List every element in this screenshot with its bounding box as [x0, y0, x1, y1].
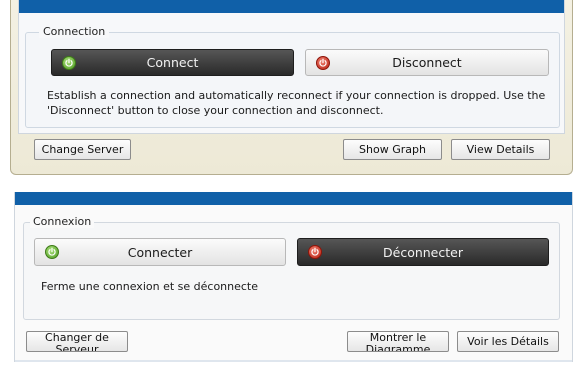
connect-label: Connecter [127, 244, 193, 260]
show-graph-label: Montrer le Diagramme [365, 332, 431, 352]
disconnect-label: Déconnecter [383, 244, 463, 260]
change-server-button[interactable]: Change Server [34, 139, 131, 160]
description-line-1: Establish a connection and automatically… [47, 89, 546, 102]
connect-label: Connect [146, 55, 199, 70]
show-graph-line-2: Diagramme [365, 343, 431, 352]
disconnect-label: Disconnect [392, 55, 462, 70]
connection-description: Establish a connection and automatically… [47, 88, 557, 118]
change-server-line-2: Serveur [55, 343, 99, 352]
description-line-2: 'Disconnect' button to close your connec… [47, 104, 384, 117]
dialog-content-area: Connection Connect Disconnect Establish … [18, 0, 565, 134]
group-label: Connexion [30, 215, 95, 228]
change-server-label: Change Server [41, 142, 124, 156]
group-label: Connection [39, 25, 110, 38]
disconnect-button[interactable]: Déconnecter [297, 238, 549, 266]
power-on-icon [62, 56, 76, 70]
view-details-button[interactable]: View Details [451, 139, 550, 160]
view-details-label: View Details [466, 142, 535, 156]
english-dialog: Connection Connect Disconnect Establish … [10, 0, 573, 175]
connection-group [23, 222, 560, 320]
view-details-label: Voir les Détails [467, 334, 549, 348]
disconnect-button[interactable]: Disconnect [305, 49, 549, 76]
show-graph-label: Show Graph [359, 142, 426, 156]
title-bar [19, 0, 564, 13]
connection-description: Ferme une connexion et se déconnecte [41, 280, 259, 293]
power-off-icon [316, 56, 330, 70]
show-graph-button[interactable]: Montrer le Diagramme [347, 331, 449, 352]
change-server-label: Changer de Serveur [45, 332, 109, 352]
french-dialog: Connexion Connecter Déconnecter Ferme un… [14, 192, 573, 362]
title-bar [15, 192, 572, 205]
power-on-icon [45, 245, 59, 259]
show-graph-button[interactable]: Show Graph [343, 139, 442, 160]
power-off-icon [308, 245, 322, 259]
view-details-button[interactable]: Voir les Détails [457, 331, 559, 352]
change-server-button[interactable]: Changer de Serveur [26, 331, 128, 352]
connect-button[interactable]: Connect [51, 49, 294, 76]
bottom-border [15, 360, 572, 362]
connect-button[interactable]: Connecter [34, 238, 286, 266]
